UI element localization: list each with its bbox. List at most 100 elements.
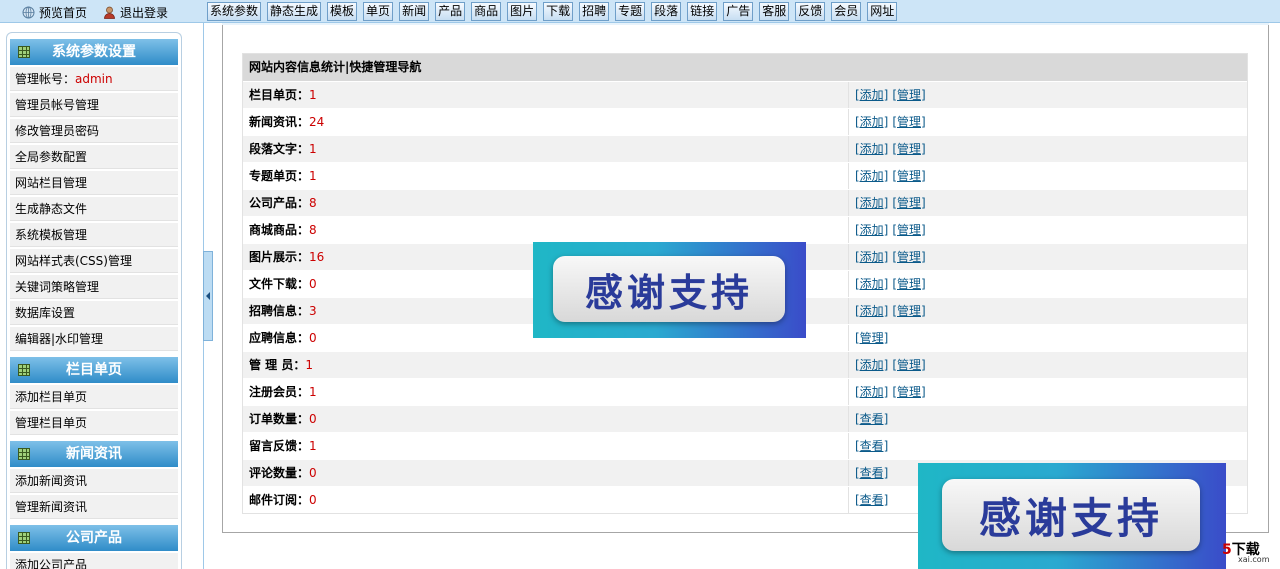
row-action-link[interactable]: [管理] (892, 88, 925, 102)
sidebar-section-title: 新闻资讯 (66, 446, 122, 462)
row-action-link[interactable]: [添加] (855, 358, 888, 372)
sidebar-item-label: 编辑器|水印管理 (15, 332, 104, 346)
row-action-link[interactable]: [管理] (892, 196, 925, 210)
row-action-link[interactable]: [添加] (855, 142, 888, 156)
row-action-link[interactable]: [管理] (892, 142, 925, 156)
sidebar-item-label: 网站栏目管理 (15, 176, 88, 190)
sidebar-item[interactable]: 添加栏目单页 (10, 385, 178, 409)
row-action-link[interactable]: [管理] (892, 169, 925, 183)
row-action-link[interactable]: [添加] (855, 385, 888, 399)
row-action-link[interactable]: [管理] (892, 358, 925, 372)
nav-button[interactable]: 段落 (651, 2, 682, 21)
nav-button[interactable]: 客服 (759, 2, 790, 21)
nav-button[interactable]: 专题 (615, 2, 646, 21)
nav-button[interactable]: 新闻 (399, 2, 430, 21)
sidebar-item[interactable]: 添加新闻资讯 (10, 469, 178, 493)
thanks-banner: 感谢支持 (918, 463, 1226, 569)
row-action-link[interactable]: [添加] (855, 223, 888, 237)
sidebar-section-title: 栏目单页 (66, 362, 122, 378)
sidebar-item-label: 添加栏目单页 (15, 390, 88, 404)
nav-button[interactable]: 网址 (867, 2, 898, 21)
row-action-link[interactable]: [管理] (892, 250, 925, 264)
row-label: 评论数量： (249, 466, 310, 480)
nav-button[interactable]: 图片 (507, 2, 538, 21)
sidebar-item[interactable]: 管理栏目单页 (10, 411, 178, 435)
row-actions-cell: [添加] [管理] (849, 379, 930, 405)
sidebar-item-label: 数据库设置 (15, 306, 76, 320)
row-action-link[interactable]: [添加] (855, 277, 888, 291)
row-label: 注册会员： (249, 385, 310, 399)
sidebar-section-header[interactable]: 栏目单页 (10, 357, 178, 383)
preview-home-link[interactable]: 预览首页 (22, 4, 87, 21)
nav-button[interactable]: 招聘 (579, 2, 610, 21)
row-action-link[interactable]: [查看] (855, 412, 888, 426)
row-label: 栏目单页： (249, 88, 310, 102)
row-label-cell: 栏目单页：1 (243, 82, 849, 108)
nav-button[interactable]: 产品 (435, 2, 466, 21)
row-actions-cell: [查看] (849, 460, 892, 486)
row-label: 商城商品： (249, 223, 310, 237)
row-action-link[interactable]: [添加] (855, 250, 888, 264)
nav-button[interactable]: 会员 (831, 2, 862, 21)
row-action-link[interactable]: [管理] (892, 223, 925, 237)
row-actions-cell: [添加] [管理] (849, 298, 930, 324)
sidebar-item[interactable]: 系统模板管理 (10, 223, 178, 247)
logout-link[interactable]: 退出登录 (103, 4, 168, 21)
site-watermark-logo: 5下载 xai.com (1222, 542, 1270, 564)
row-action-link[interactable]: [管理] (892, 385, 925, 399)
nav-button[interactable]: 单页 (363, 2, 394, 21)
row-action-link[interactable]: [管理] (892, 277, 925, 291)
row-count: 1 (309, 142, 317, 156)
nav-button[interactable]: 反馈 (795, 2, 826, 21)
sidebar-section-header[interactable]: 系统参数设置 (10, 39, 178, 65)
row-label-cell: 注册会员：1 (243, 379, 849, 405)
row-actions-cell: [添加] [管理] (849, 352, 930, 378)
sidebar-section-header[interactable]: 新闻资讯 (10, 441, 178, 467)
nav-button[interactable]: 商品 (471, 2, 502, 21)
row-action-link[interactable]: [添加] (855, 169, 888, 183)
sidebar-item[interactable]: 编辑器|水印管理 (10, 327, 178, 351)
sidebar-item[interactable]: 网站栏目管理 (10, 171, 178, 195)
row-action-link[interactable]: [添加] (855, 88, 888, 102)
row-label: 招聘信息： (249, 304, 310, 318)
row-action-link[interactable]: [添加] (855, 115, 888, 129)
sidebar-item[interactable]: 全局参数配置 (10, 145, 178, 169)
row-action-link[interactable]: [管理] (892, 304, 925, 318)
row-action-link[interactable]: [管理] (855, 331, 888, 345)
sidebar-item[interactable]: 管理员帐号管理 (10, 93, 178, 117)
preview-home-label: 预览首页 (39, 6, 88, 20)
row-action-link[interactable]: [添加] (855, 196, 888, 210)
row-label-cell: 段落文字：1 (243, 136, 849, 162)
sidebar-item[interactable]: 生成静态文件 (10, 197, 178, 221)
nav-button[interactable]: 系统参数 (207, 2, 262, 21)
grid-icon (18, 46, 30, 58)
nav-button[interactable]: 广告 (723, 2, 754, 21)
sidebar-section-header[interactable]: 公司产品 (10, 525, 178, 551)
sidebar-item-label: 修改管理员密码 (15, 124, 100, 138)
sidebar-toggle[interactable] (203, 251, 213, 341)
nav-button[interactable]: 链接 (687, 2, 718, 21)
nav-button[interactable]: 模板 (327, 2, 358, 21)
row-action-link[interactable]: [查看] (855, 466, 888, 480)
row-label-cell: 商城商品：8 (243, 217, 849, 243)
nav-button[interactable]: 下载 (543, 2, 574, 21)
row-label: 订单数量： (249, 412, 310, 426)
sidebar-item[interactable]: 关键词策略管理 (10, 275, 178, 299)
row-count: 1 (309, 439, 317, 453)
sidebar-item[interactable]: 添加公司产品 (10, 553, 178, 569)
row-count: 16 (309, 250, 325, 264)
row-actions-cell: [添加] [管理] (849, 109, 930, 135)
sidebar-item[interactable]: 修改管理员密码 (10, 119, 178, 143)
sidebar-item[interactable]: 数据库设置 (10, 301, 178, 325)
sidebar-item[interactable]: 管理帐号：admin (10, 67, 178, 91)
nav-button[interactable]: 静态生成 (267, 2, 322, 21)
sidebar-item[interactable]: 管理新闻资讯 (10, 495, 178, 519)
sidebar-item[interactable]: 网站样式表(CSS)管理 (10, 249, 178, 273)
row-action-link[interactable]: [查看] (855, 493, 888, 507)
row-action-link[interactable]: [查看] (855, 439, 888, 453)
row-label: 段落文字： (249, 142, 310, 156)
row-action-link[interactable]: [添加] (855, 304, 888, 318)
row-count: 8 (309, 223, 317, 237)
row-action-link[interactable]: [管理] (892, 115, 925, 129)
sidebar-item-label: 关键词策略管理 (15, 280, 100, 294)
